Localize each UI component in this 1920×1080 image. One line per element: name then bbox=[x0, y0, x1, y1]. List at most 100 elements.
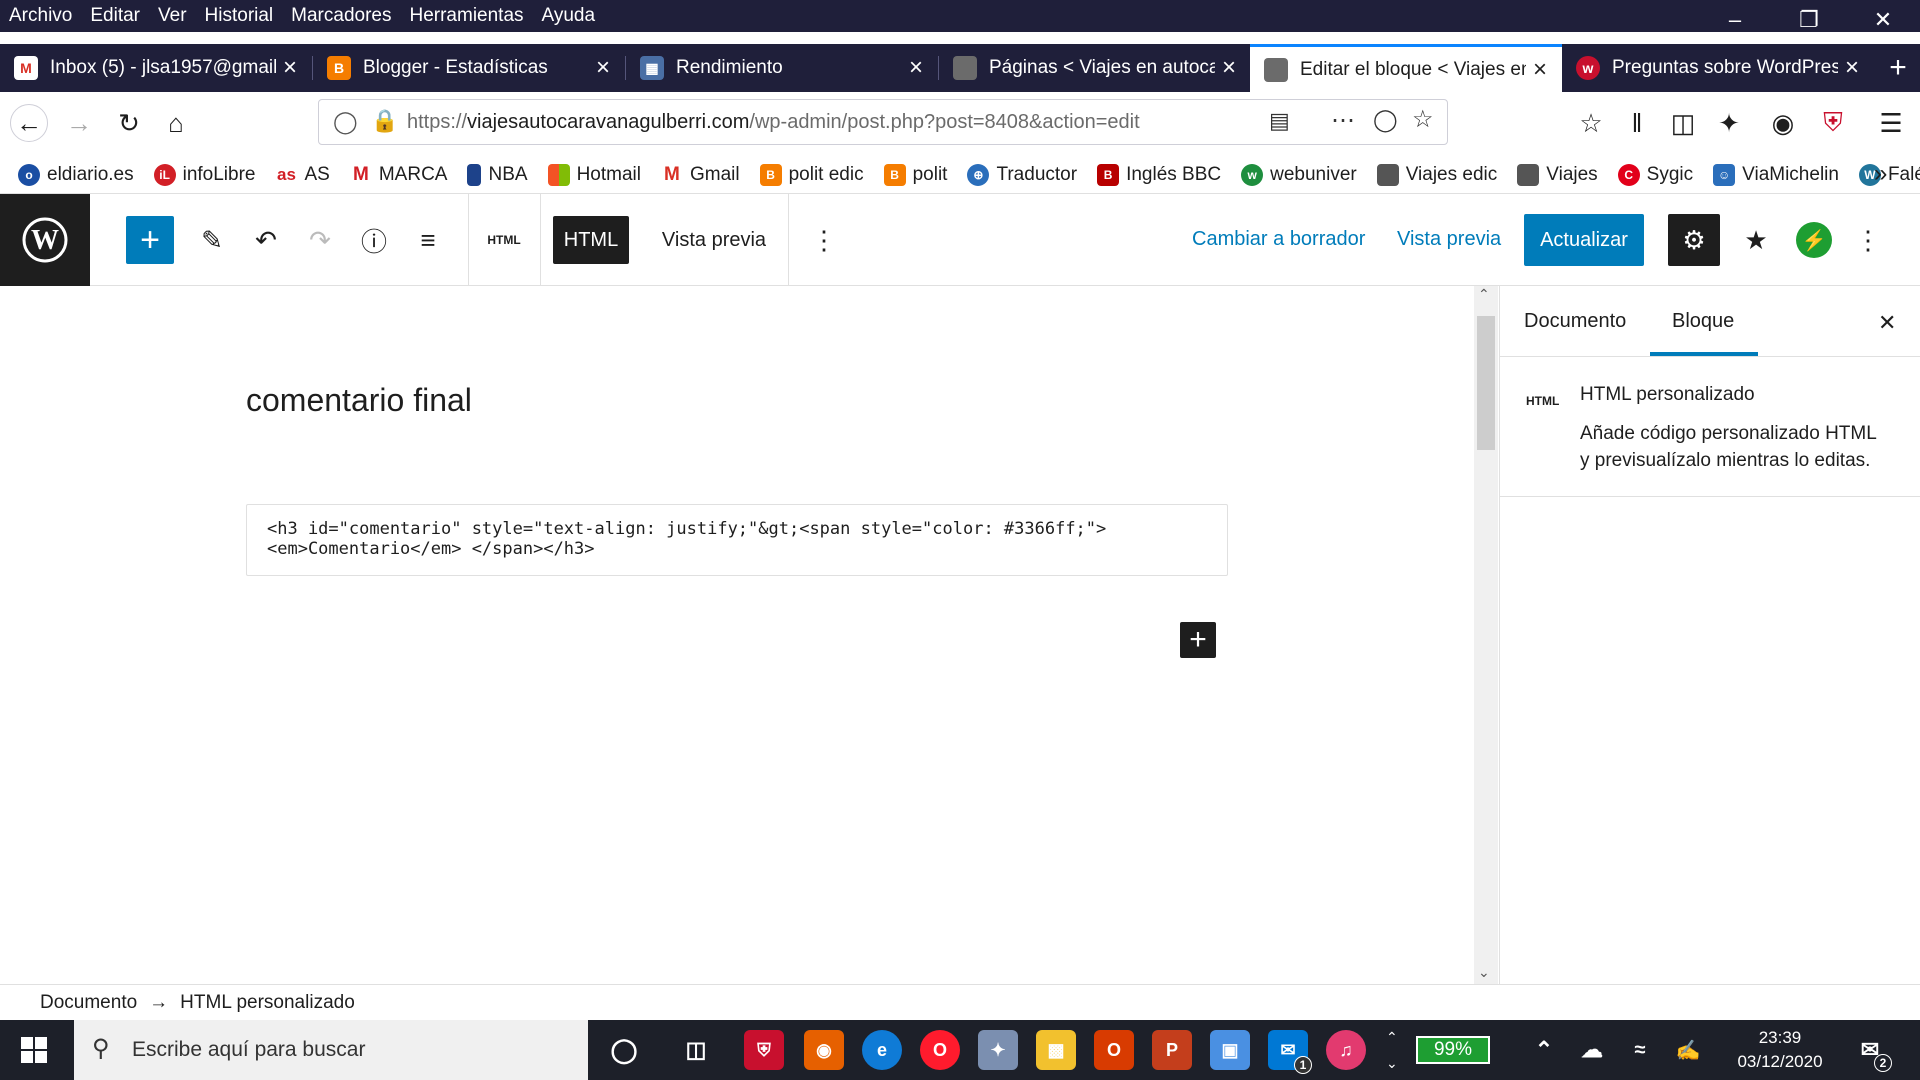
cortana-icon[interactable]: ◯ bbox=[604, 1030, 644, 1070]
switch-to-draft-link[interactable]: Cambiar a borrador bbox=[1192, 228, 1365, 251]
powerpoint-icon[interactable]: P bbox=[1152, 1030, 1192, 1070]
html-tab-button[interactable]: HTML bbox=[553, 216, 629, 264]
close-tab-icon[interactable]: × bbox=[276, 54, 304, 82]
block-type-html[interactable]: HTML bbox=[476, 228, 532, 252]
reload-icon[interactable]: ↻ bbox=[110, 104, 148, 142]
restore-icon[interactable]: ❐ bbox=[1772, 0, 1846, 40]
notifications-icon[interactable]: ✉ 2 bbox=[1850, 1030, 1892, 1072]
menu-editar[interactable]: Editar bbox=[81, 5, 149, 27]
hamburger-menu-icon[interactable]: ☰ bbox=[1872, 104, 1910, 142]
onedrive-cloud-icon[interactable]: ☁ bbox=[1572, 1030, 1612, 1070]
close-tab-icon[interactable]: × bbox=[589, 54, 617, 82]
breadcrumb-current[interactable]: HTML personalizado bbox=[180, 992, 355, 1014]
bookmark-viajes-edic[interactable]: Viajes edic bbox=[1376, 163, 1497, 186]
bookmark-nba[interactable]: NBA bbox=[467, 163, 528, 186]
menu-herramientas[interactable]: Herramientas bbox=[400, 5, 532, 27]
new-tab-icon[interactable]: + bbox=[1876, 44, 1920, 92]
scroll-thumb[interactable] bbox=[1477, 316, 1495, 450]
taskbar-search-input[interactable]: ⚲ Escribe aquí para buscar bbox=[74, 1020, 588, 1080]
address-bar[interactable]: ◯ 🔒 https://viajesautocaravanagulberri.c… bbox=[318, 99, 1448, 145]
system-clock[interactable]: 23:39 03/12/2020 bbox=[1730, 1026, 1830, 1074]
photos-icon[interactable]: ▣ bbox=[1210, 1030, 1250, 1070]
bookmark-infolibre[interactable]: iL infoLibre bbox=[153, 163, 256, 186]
file-explorer-icon[interactable]: ▩ bbox=[1036, 1030, 1076, 1070]
breadcrumb-document[interactable]: Documento bbox=[40, 992, 137, 1014]
tray-scroll-icon[interactable]: ⌃ ⌄ bbox=[1386, 1024, 1398, 1076]
tab-preguntas-wordpress[interactable]: w Preguntas sobre WordPress × bbox=[1562, 44, 1874, 92]
menu-marcadores[interactable]: Marcadores bbox=[282, 5, 400, 27]
windows-start-icon[interactable] bbox=[14, 1030, 54, 1070]
bookmark-marca[interactable]: M MARCA bbox=[350, 164, 448, 186]
bookmark-star-icon[interactable]: ☆ bbox=[1412, 105, 1434, 134]
update-button[interactable]: Actualizar bbox=[1524, 214, 1644, 266]
scroll-down-icon[interactable]: ⌄ bbox=[1478, 964, 1490, 981]
office-icon[interactable]: O bbox=[1094, 1030, 1134, 1070]
tab-documento[interactable]: Documento bbox=[1524, 310, 1626, 333]
add-block-button[interactable]: + bbox=[126, 216, 174, 264]
tab-bloque[interactable]: Bloque bbox=[1672, 310, 1734, 333]
more-options-icon[interactable]: ⋮ bbox=[806, 218, 842, 262]
paint-icon[interactable]: ✦ bbox=[978, 1030, 1018, 1070]
forward-icon[interactable]: → bbox=[60, 104, 98, 142]
more-bookmarks-icon[interactable]: » bbox=[1874, 160, 1887, 188]
undo-icon[interactable]: ↶ bbox=[244, 218, 288, 262]
lock-icon[interactable]: 🔒 bbox=[371, 108, 398, 134]
star-icon[interactable]: ★ bbox=[1734, 218, 1778, 262]
bookmark-traductor[interactable]: ⊕ Traductor bbox=[967, 163, 1077, 186]
custom-html-block[interactable]: <h3 id="comentario" style="text-align: j… bbox=[246, 504, 1228, 576]
task-view-icon[interactable]: ◫ bbox=[676, 1030, 716, 1070]
itunes-icon[interactable]: ♫ bbox=[1326, 1030, 1366, 1070]
preview-link[interactable]: Vista previa bbox=[1397, 228, 1501, 251]
menu-ayuda[interactable]: Ayuda bbox=[533, 5, 605, 27]
close-sidebar-icon[interactable]: ✕ bbox=[1878, 310, 1896, 336]
wordpress-logo-icon[interactable]: W bbox=[0, 194, 90, 286]
tab-rendimiento[interactable]: ▦ Rendimiento × bbox=[626, 44, 938, 92]
close-tab-icon[interactable]: × bbox=[902, 54, 930, 82]
pen-icon[interactable]: ✍ bbox=[1668, 1030, 1708, 1070]
bookmark-gmail[interactable]: M Gmail bbox=[661, 164, 740, 186]
shield-icon[interactable]: ◯ bbox=[333, 109, 358, 135]
minimize-icon[interactable]: – bbox=[1698, 0, 1772, 40]
sidebar-toggle-icon[interactable]: ◫ bbox=[1664, 104, 1702, 142]
editor-menu-icon[interactable]: ⋮ bbox=[1850, 218, 1886, 262]
bookmark-viamichelin[interactable]: ☺ ViaMichelin bbox=[1713, 163, 1839, 186]
close-tab-icon[interactable]: × bbox=[1526, 56, 1554, 84]
redo-icon[interactable]: ↷ bbox=[298, 218, 342, 262]
list-view-icon[interactable]: ≡ bbox=[406, 218, 450, 262]
library-icon[interactable]: ‖ bbox=[1618, 104, 1656, 142]
tab-editar-bloque[interactable]: Editar el bloque < Viajes en × bbox=[1250, 44, 1562, 92]
bookmark-ingles-bbc[interactable]: B Inglés BBC bbox=[1097, 163, 1221, 186]
bookmark-polit[interactable]: Bpolit bbox=[883, 163, 947, 186]
back-icon[interactable]: ← bbox=[10, 104, 48, 142]
close-window-icon[interactable]: ✕ bbox=[1846, 0, 1920, 40]
bookmark-polit-edic[interactable]: Bpolit edic bbox=[759, 163, 864, 186]
menu-ver[interactable]: Ver bbox=[149, 5, 196, 27]
brave-browser-icon[interactable]: ⛨ bbox=[744, 1030, 784, 1070]
bookmark-viajes[interactable]: Viajes bbox=[1517, 163, 1598, 186]
tab-blogger[interactable]: B Blogger - Estadísticas × bbox=[313, 44, 625, 92]
battery-indicator[interactable]: 99% bbox=[1416, 1036, 1490, 1064]
tab-gmail[interactable]: M Inbox (5) - jlsa1957@gmail.c × bbox=[0, 44, 312, 92]
extensions-icon[interactable]: ✦ bbox=[1710, 104, 1748, 142]
close-tab-icon[interactable]: × bbox=[1215, 54, 1243, 82]
wifi-icon[interactable]: ≈ bbox=[1620, 1030, 1660, 1070]
bookmark-falesia[interactable]: WFalésia bbox=[1858, 163, 1920, 186]
post-title[interactable]: comentario final bbox=[246, 382, 472, 419]
bookmarks-menu-icon[interactable]: ☆ bbox=[1572, 104, 1610, 142]
scroll-up-icon[interactable]: ⌃ bbox=[1478, 286, 1490, 303]
info-icon[interactable]: ⓘ bbox=[352, 218, 396, 262]
close-tab-icon[interactable]: × bbox=[1838, 54, 1866, 82]
bookmark-sygic[interactable]: C Sygic bbox=[1617, 163, 1693, 186]
edge-icon[interactable]: e bbox=[862, 1030, 902, 1070]
firefox-icon[interactable]: ◉ bbox=[804, 1030, 844, 1070]
preview-tab-button[interactable]: Vista previa bbox=[652, 216, 776, 264]
reader-view-icon[interactable]: ▤ bbox=[1269, 108, 1290, 134]
editor-scrollbar[interactable]: ⌃ ⌄ bbox=[1474, 286, 1498, 984]
menu-historial[interactable]: Historial bbox=[196, 5, 283, 27]
url-text[interactable]: https://viajesautocaravanagulberri.com/w… bbox=[407, 111, 1140, 134]
account-icon[interactable]: ◉ bbox=[1764, 104, 1802, 142]
pocket-icon[interactable]: ◯ bbox=[1373, 107, 1398, 133]
bookmark-eldiario[interactable]: o eldiario.es bbox=[18, 163, 134, 186]
settings-gear-icon[interactable]: ⚙ bbox=[1668, 214, 1720, 266]
mail-icon[interactable]: ✉ 1 bbox=[1268, 1030, 1312, 1074]
